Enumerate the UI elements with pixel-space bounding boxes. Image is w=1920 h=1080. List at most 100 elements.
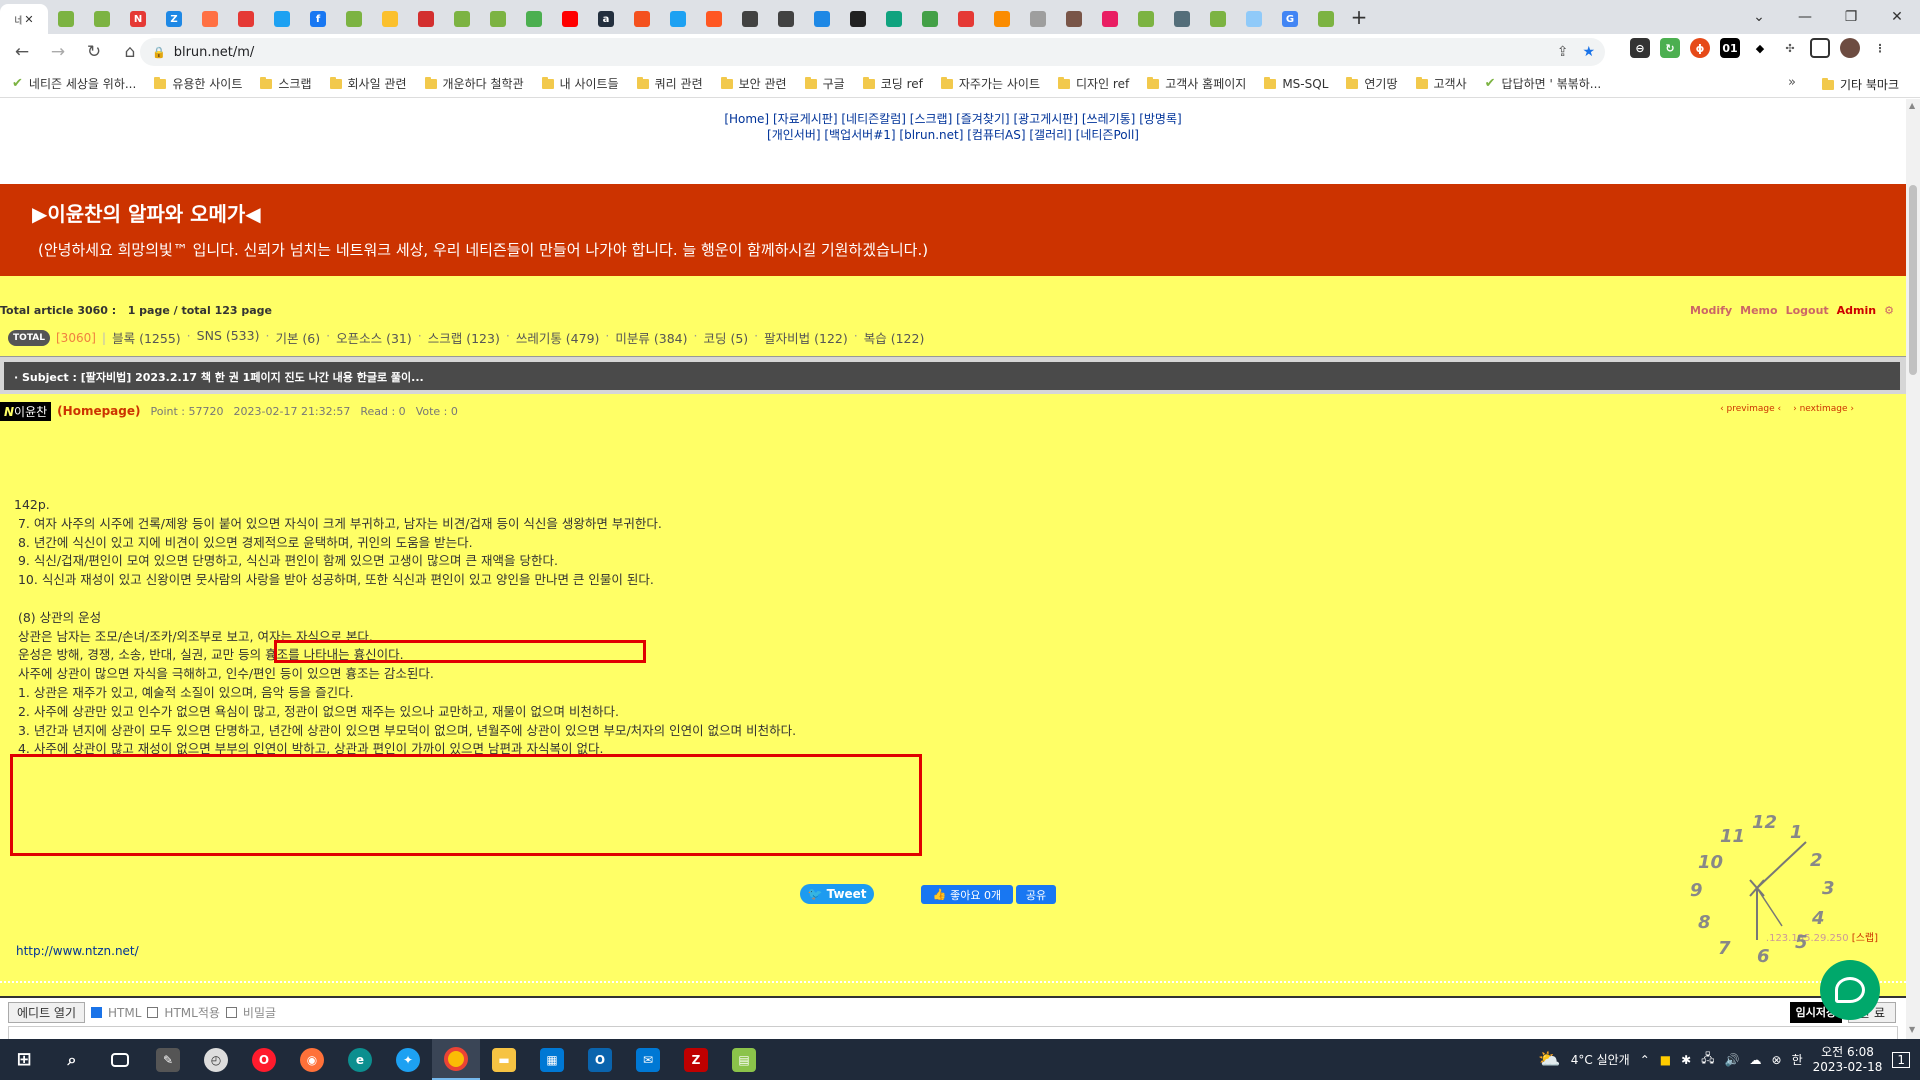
html-apply-checkbox[interactable] <box>147 1007 159 1018</box>
tab[interactable] <box>336 4 372 34</box>
other-bookmarks[interactable]: 기타 북마크 <box>1822 76 1899 93</box>
category-link[interactable]: 스크랩 (123) <box>428 328 500 347</box>
total-badge[interactable]: TOTAL <box>8 329 50 346</box>
tab[interactable]: f <box>300 4 336 34</box>
taskbar-app[interactable]: ✉ <box>624 1039 672 1080</box>
site-nav-link[interactable]: [갤러리] <box>1029 128 1071 142</box>
bookmark-item[interactable]: 보안 관련 <box>720 75 787 92</box>
category-link[interactable]: 블록 (1255) <box>112 328 181 347</box>
site-nav-link[interactable]: [스크랩] <box>910 112 952 126</box>
bookmark-item[interactable]: 회사일 관련 <box>329 75 407 92</box>
bookmark-item[interactable]: 쿼리 관련 <box>636 75 703 92</box>
tab[interactable] <box>948 4 984 34</box>
site-nav-link[interactable]: [백업서버#1] <box>824 128 895 142</box>
tab[interactable] <box>552 4 588 34</box>
reload-icon[interactable]: ↻ <box>80 38 108 66</box>
author-badge[interactable]: N이윤찬 <box>0 401 52 421</box>
bookmark-star-icon[interactable]: ★ <box>1582 44 1595 60</box>
category-link[interactable]: 기본 (6) <box>275 328 320 347</box>
app-tray-icon[interactable]: ✱ <box>1681 1053 1691 1067</box>
tab[interactable] <box>732 4 768 34</box>
bookmark-item[interactable]: 유용한 사이트 <box>154 75 242 92</box>
extension-icon[interactable]: ɸ <box>1690 38 1710 58</box>
taskbar-app-chrome[interactable] <box>432 1039 480 1080</box>
tab[interactable] <box>984 4 1020 34</box>
avatar[interactable] <box>1840 38 1860 58</box>
tray-chevron-icon[interactable]: ⌃ <box>1640 1053 1650 1067</box>
site-nav-link[interactable]: [네티즌Poll] <box>1076 128 1139 142</box>
tab[interactable]: Z <box>156 4 192 34</box>
tab[interactable] <box>1236 4 1272 34</box>
scroll-up-icon[interactable]: ▲ <box>1909 101 1915 110</box>
tab[interactable] <box>480 4 516 34</box>
search-button[interactable]: ⌕ <box>48 1039 96 1080</box>
tab[interactable] <box>840 4 876 34</box>
site-nav-link[interactable]: [방명록] <box>1139 112 1181 126</box>
url-text[interactable]: blrun.net/m/ <box>174 45 255 60</box>
bookmark-item[interactable]: 코딩 ref <box>862 75 923 92</box>
site-nav-link[interactable]: [네티즌칼럼] <box>841 112 906 126</box>
tab[interactable] <box>1092 4 1128 34</box>
tab[interactable] <box>192 4 228 34</box>
notification-icon[interactable]: 1 <box>1892 1051 1910 1068</box>
taskbar-app[interactable]: ▦ <box>528 1039 576 1080</box>
bookmark-item[interactable]: 구글 <box>804 75 845 92</box>
category-link[interactable]: 복습 (122) <box>864 328 925 347</box>
tab[interactable] <box>1200 4 1236 34</box>
volume-icon[interactable]: 🔊 <box>1725 1053 1740 1067</box>
taskbar-app[interactable]: O <box>576 1039 624 1080</box>
site-nav-link[interactable]: [blrun.net] <box>899 128 963 142</box>
shield-icon[interactable]: ⊗ <box>1772 1053 1782 1067</box>
sidepanel-icon[interactable] <box>1810 38 1830 58</box>
comment-textarea[interactable] <box>8 1026 1898 1039</box>
menu-icon[interactable]: ⋮ <box>1870 38 1890 58</box>
weather-text[interactable]: 4°C 실안개 <box>1571 1051 1630 1068</box>
window-close-icon[interactable]: ✕ <box>1874 0 1920 34</box>
system-clock[interactable]: 오전 6:08 2023-02-18 <box>1813 1045 1883 1075</box>
admin-link[interactable]: Admin <box>1837 304 1876 317</box>
puzzle-icon[interactable]: ✣ <box>1780 38 1800 58</box>
homepage-link[interactable]: (Homepage) <box>57 404 140 418</box>
next-image-link[interactable]: › nextimage › <box>1793 404 1854 414</box>
bookmarks-more[interactable]: » <box>1788 75 1796 90</box>
page-scrollbar[interactable]: ▲ ▼ <box>1906 99 1920 1039</box>
bookmark-item[interactable]: 개운하다 철학관 <box>424 75 524 92</box>
category-link[interactable]: 팔자비법 (122) <box>764 328 848 347</box>
tab[interactable] <box>912 4 948 34</box>
tab[interactable] <box>444 4 480 34</box>
category-link[interactable]: 쓰레기통 (479) <box>516 328 600 347</box>
extension-icon[interactable]: ⊖ <box>1630 38 1650 58</box>
extension-icon[interactable]: ↻ <box>1660 38 1680 58</box>
bookmark-item[interactable]: 고객사 <box>1415 75 1467 92</box>
tab[interactable] <box>804 4 840 34</box>
tab[interactable] <box>1164 4 1200 34</box>
tab[interactable] <box>84 4 120 34</box>
tab[interactable] <box>372 4 408 34</box>
bookmark-item[interactable]: ✔ 네티즌 세상을 위하... <box>12 75 136 92</box>
tab[interactable] <box>1056 4 1092 34</box>
site-nav-link[interactable]: [자료게시판] <box>773 112 838 126</box>
tab[interactable]: G <box>1272 4 1308 34</box>
bookmark-item[interactable]: 스크랩 <box>260 75 312 92</box>
close-icon[interactable]: ✕ <box>24 13 33 26</box>
new-tab-button[interactable]: + <box>1344 2 1374 32</box>
tab[interactable] <box>228 4 264 34</box>
back-icon[interactable]: ← <box>8 38 36 66</box>
address-bar[interactable]: 🔒 blrun.net/m/ ⇪ ★ <box>140 38 1605 66</box>
kakao-icon[interactable]: ■ <box>1660 1053 1671 1067</box>
admin-gear-icon[interactable]: ⚙ <box>1884 304 1894 317</box>
scroll-thumb[interactable] <box>1909 185 1917 375</box>
tab[interactable] <box>876 4 912 34</box>
secret-checkbox[interactable] <box>225 1007 237 1018</box>
fb-share-button[interactable]: 공유 <box>1016 885 1056 904</box>
share-icon[interactable]: ⇪ <box>1557 44 1569 60</box>
logout-link[interactable]: Logout <box>1786 304 1829 317</box>
site-nav-link[interactable]: [즐겨찾기] <box>956 112 1010 126</box>
html-checkbox[interactable] <box>91 1007 103 1018</box>
network-icon[interactable]: 🖧 <box>1701 1049 1714 1070</box>
chat-button[interactable] <box>1820 960 1880 1020</box>
tab[interactable] <box>1308 4 1344 34</box>
ime-icon[interactable]: 한 <box>1792 1051 1803 1068</box>
task-view-button[interactable] <box>96 1039 144 1080</box>
modify-link[interactable]: Modify <box>1690 304 1732 317</box>
